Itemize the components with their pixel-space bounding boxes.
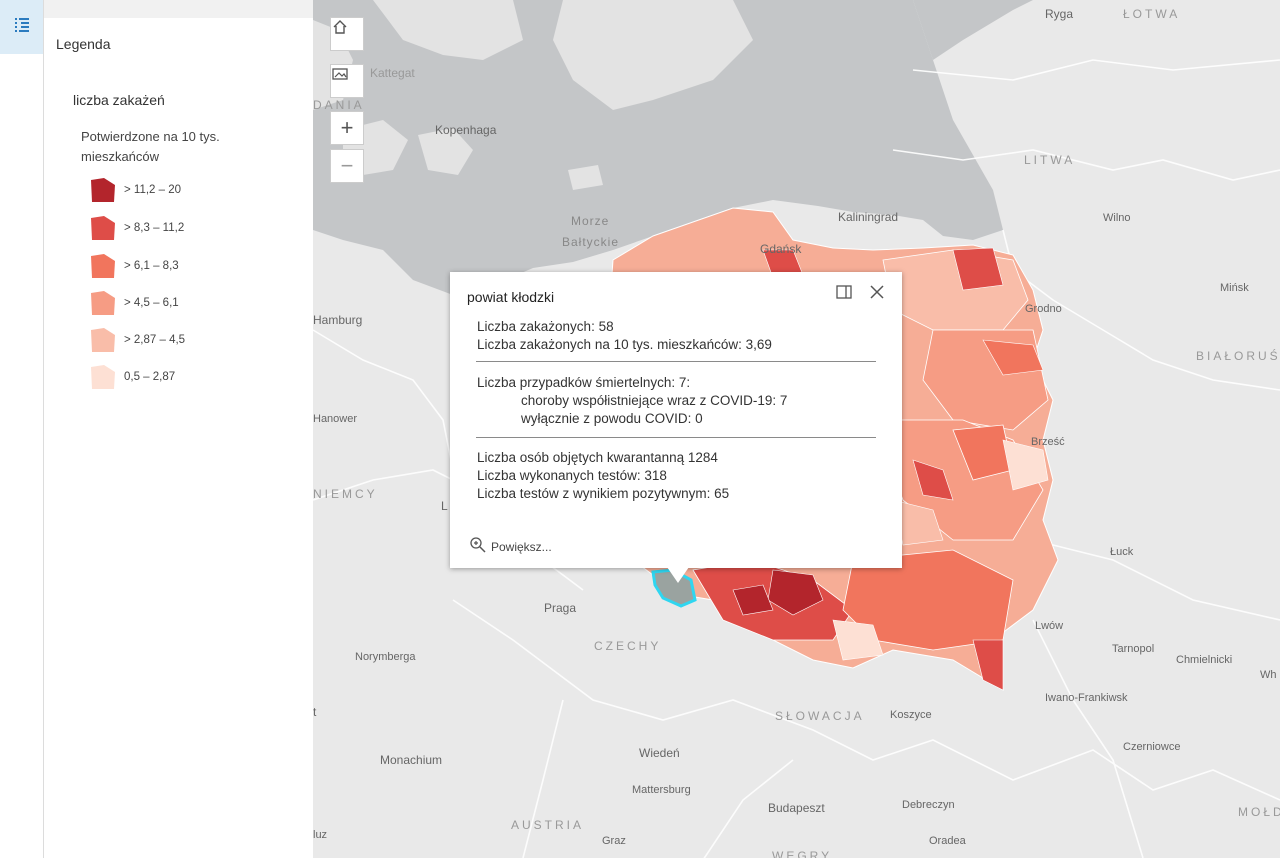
map-label: Tarnopol <box>1112 643 1155 655</box>
popup-cases-per-10k: Liczba zakażonych na 10 tys. mieszkańców… <box>477 337 772 352</box>
map-label: SŁOWACJA <box>775 709 865 723</box>
legend-toggle-button[interactable] <box>0 0 43 54</box>
legend-item-label: > 8,3 – 11,2 <box>124 222 185 234</box>
popup-deaths: Liczba przypadków śmiertelnych: 7: <box>477 375 691 390</box>
zoom-to-label: Powiększ... <box>491 539 552 554</box>
close-button[interactable] <box>867 284 887 304</box>
popup-positive: Liczba testów z wynikiem pozytywnym: 65 <box>477 486 730 501</box>
legend-item-label: > 11,2 – 20 <box>124 184 182 196</box>
legend-item-label: 0,5 – 2,87 <box>124 371 176 383</box>
map-label: Norymberga <box>355 651 416 663</box>
legend-title: Legenda <box>56 36 111 52</box>
map-label: Praga <box>544 601 577 615</box>
map-label: Lwów <box>1035 620 1064 632</box>
legend-item: > 6,1 – 8,3 <box>90 253 179 279</box>
map-label: Brześć <box>1031 436 1065 448</box>
popup-covid-only: wyłącznie z powodu COVID: 0 <box>521 411 703 426</box>
map-label: Debreczyn <box>902 799 955 811</box>
map-label: LITWA <box>1024 153 1076 167</box>
popup-divider <box>476 437 876 438</box>
legend-item-label: > 2,87 – 4,5 <box>124 334 186 346</box>
map-label: Chmielnicki <box>1176 654 1233 666</box>
home-button[interactable] <box>330 17 364 51</box>
legend-field-title: Potwierdzone na 10 tys. mieszkańców <box>81 129 220 164</box>
legend-item: > 11,2 – 20 <box>90 177 181 203</box>
legend-item-label: > 6,1 – 8,3 <box>124 260 179 272</box>
map-label: Hamburg <box>313 313 363 327</box>
popup-title: powiat kłodzki <box>467 289 555 305</box>
legend-panel: Legenda liczba zakażeń Potwierdzone na 1… <box>44 0 313 858</box>
map-label: t <box>313 705 317 719</box>
map-label: Mińsk <box>1220 282 1249 294</box>
basemap-gallery-button[interactable] <box>330 64 364 98</box>
side-rail <box>0 0 44 858</box>
map-label: Morze <box>571 214 610 228</box>
map-label: AUSTRIA <box>511 818 585 832</box>
map-label: Ryga <box>1045 7 1074 21</box>
legend-item-label: > 4,5 – 6,1 <box>124 297 179 309</box>
map-label: Wh <box>1260 669 1277 681</box>
zoom-in-button[interactable]: + <box>330 111 364 145</box>
dock-icon <box>836 284 852 304</box>
legend-swatch <box>91 178 115 202</box>
map-label: BIAŁORUŚ <box>1196 349 1280 363</box>
popup-quarantine: Liczba osób objętych kwarantanną 1284 <box>477 450 718 465</box>
popup-tests: Liczba wykonanych testów: 318 <box>477 468 667 483</box>
zoom-out-button[interactable]: − <box>330 149 364 183</box>
map-label: L <box>441 499 448 513</box>
legend-swatch <box>91 291 115 315</box>
legend-header-bar <box>44 0 313 18</box>
popup-cases: Liczba zakażonych: 58 <box>477 319 614 334</box>
popup-comorbid: choroby współistniejące wraz z COVID-19:… <box>521 393 788 408</box>
zoom-to-link[interactable]: Powiększ... <box>469 536 552 557</box>
map-label: CZECHY <box>594 639 662 653</box>
map-label: Gdańsk <box>760 242 802 256</box>
map-label: ŁOTWA <box>1123 7 1181 21</box>
map-label: Mattersburg <box>632 784 691 796</box>
popup-divider <box>476 361 876 362</box>
map-label: DANIA <box>313 98 365 112</box>
map-label: NIEMCY <box>313 487 378 501</box>
feature-popup: powiat kłodzki Liczba zakażonych: 58 Lic… <box>450 272 902 568</box>
map-label: Graz <box>602 835 626 847</box>
map-label: WĘGRY <box>772 849 833 858</box>
map-label: Kattegat <box>370 66 415 80</box>
map-label: Koszyce <box>890 709 932 721</box>
close-icon <box>870 284 884 304</box>
map-label: Czerniowce <box>1123 741 1181 753</box>
popup-pointer <box>667 567 689 583</box>
legend-swatch <box>91 216 115 240</box>
map-label: Wiedeń <box>639 746 680 760</box>
map-label: Grodno <box>1025 303 1062 315</box>
legend-item: > 8,3 – 11,2 <box>90 215 184 241</box>
map-label: MOŁD <box>1238 805 1280 819</box>
legend-item: 0,5 – 2,87 <box>90 364 175 390</box>
map-label: Wilno <box>1103 212 1131 224</box>
legend-swatch <box>91 254 115 278</box>
map-label: Łuck <box>1110 546 1134 558</box>
legend-list-icon <box>14 17 30 38</box>
map-label: Oradea <box>929 835 966 847</box>
dock-button[interactable] <box>834 284 854 304</box>
map-label: Hanower <box>313 413 358 425</box>
legend-item: > 2,87 – 4,5 <box>90 327 185 353</box>
map-label: Kaliningrad <box>838 210 899 224</box>
map-label: Bałtyckie <box>562 235 620 249</box>
legend-item: > 4,5 – 6,1 <box>90 290 179 316</box>
map-label: Monachium <box>380 753 443 767</box>
legend-swatch <box>91 328 115 352</box>
magnifier-plus-icon <box>469 536 487 557</box>
map-label: luz <box>313 829 328 841</box>
map-label: Iwano-Frankiwsk <box>1045 692 1128 704</box>
legend-swatch <box>91 365 115 389</box>
map-label: Kopenhaga <box>435 123 497 137</box>
map-label: Budapeszt <box>768 801 825 815</box>
legend-layer-title: liczba zakażeń <box>73 92 165 108</box>
